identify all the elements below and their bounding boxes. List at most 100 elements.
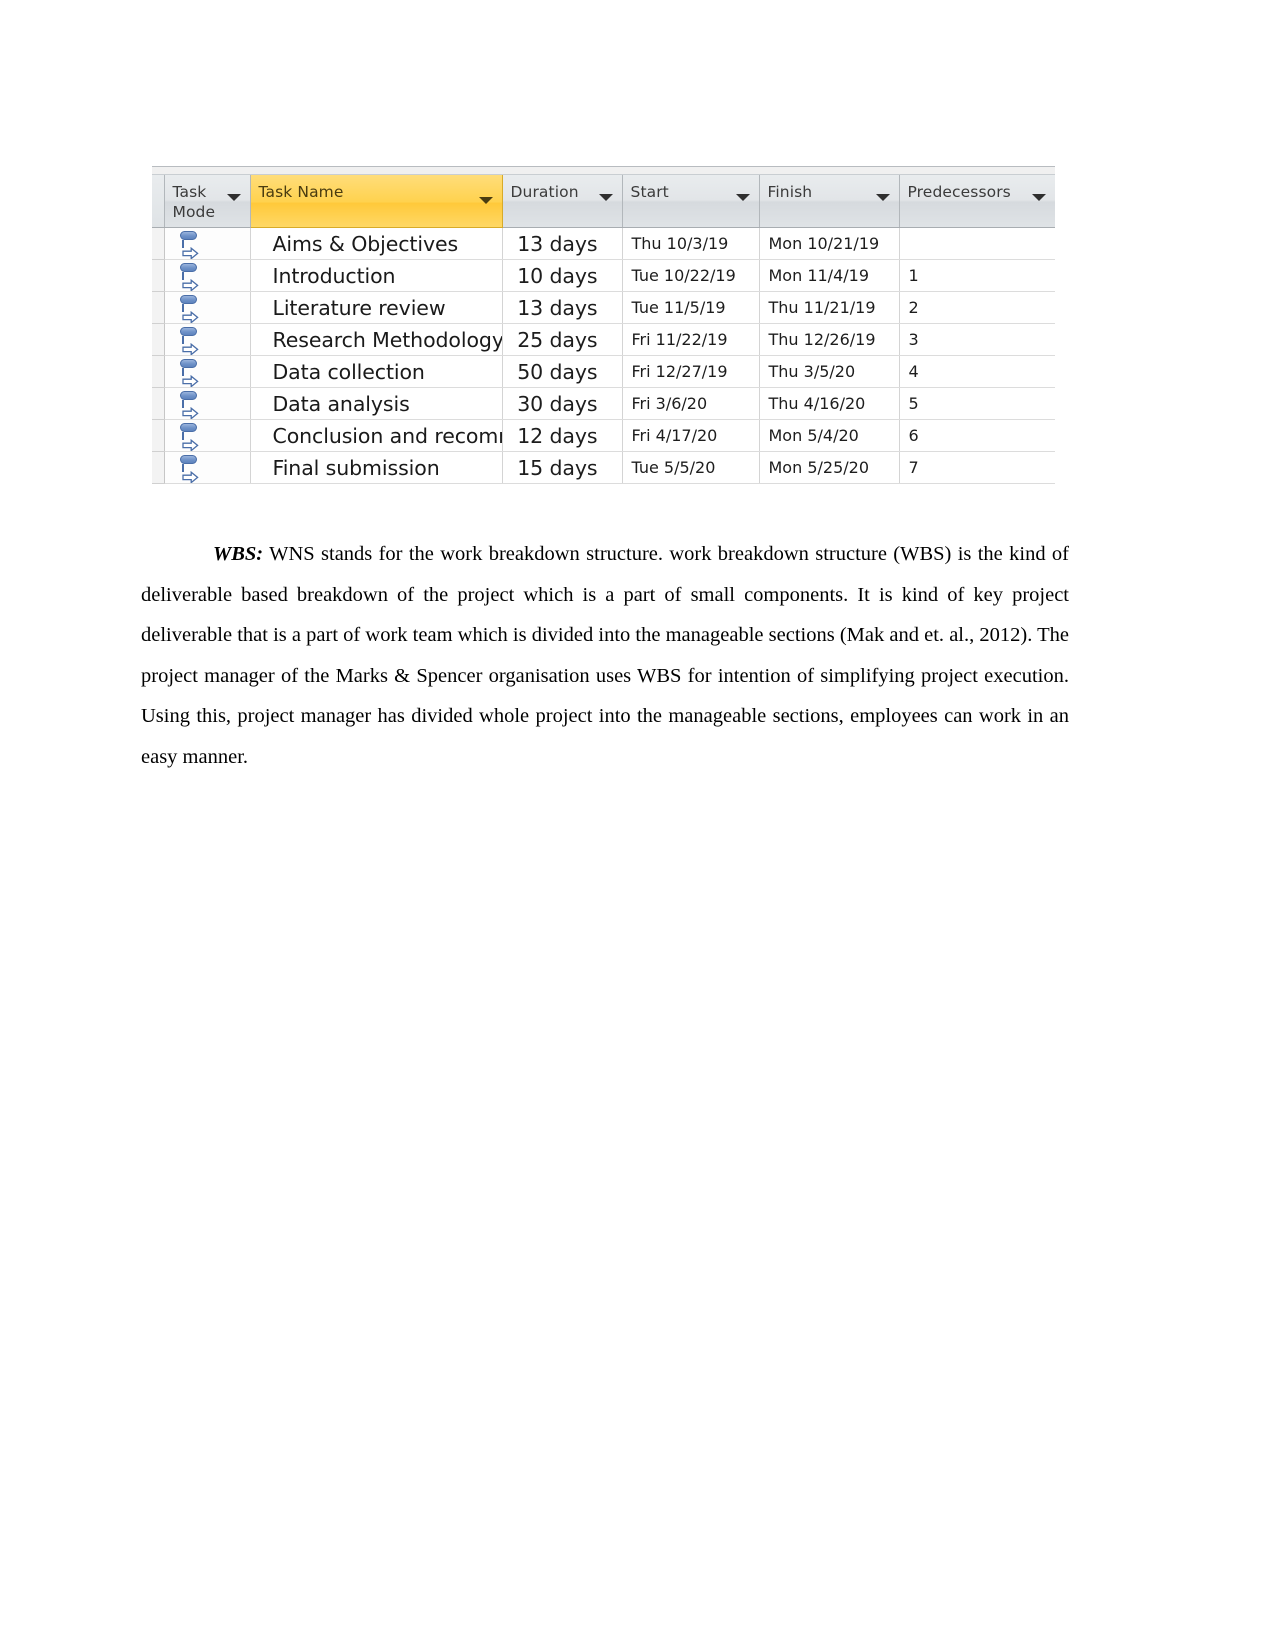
table-body: Aims & Objectives 13 days Thu 10/3/19 Mon 1… <box>152 227 1055 484</box>
duration-cell[interactable]: 30 days <box>502 387 623 420</box>
table-row[interactable]: Data analysis 30 days Fri 3/6/20 Thu 4/16/2… <box>152 387 1055 420</box>
start-date-cell[interactable]: Thu 10/3/19 <box>622 227 760 260</box>
predecessors-cell[interactable]: 4 <box>899 355 1055 388</box>
grid-top-strip <box>152 166 1055 175</box>
filter-caret-icon-predecessors[interactable] <box>1032 194 1046 201</box>
auto-scheduled-icon-arrow <box>181 339 199 355</box>
duration-cell[interactable]: 50 days <box>502 355 623 388</box>
auto-scheduled-icon-arrow <box>181 435 199 451</box>
auto-scheduled-icon <box>179 327 201 355</box>
select-all-header[interactable] <box>152 175 165 228</box>
auto-scheduled-icon-bar <box>179 295 197 304</box>
column-header-task-mode[interactable]: Task Mode <box>164 175 251 228</box>
auto-scheduled-icon <box>179 263 201 291</box>
table-row[interactable]: Research Methodology 25 days Fri 11/22/19 T… <box>152 323 1055 356</box>
table-row[interactable]: Final submission 15 days Tue 5/5/20 Mon 5/2… <box>152 451 1055 484</box>
duration-cell[interactable]: 12 days <box>502 419 623 452</box>
row-selector-cell[interactable] <box>152 387 165 420</box>
table-row[interactable]: Data collection 50 days Fri 12/27/19 Thu 3/… <box>152 355 1055 388</box>
start-date-cell[interactable]: Tue 5/5/20 <box>622 451 760 484</box>
task-mode-cell[interactable] <box>164 323 251 356</box>
finish-date-cell[interactable]: Thu 11/21/19 <box>759 291 900 324</box>
start-date-cell[interactable]: Fri 12/27/19 <box>622 355 760 388</box>
filter-caret-icon-finish[interactable] <box>875 194 890 201</box>
task-name-cell[interactable]: Final submission <box>250 451 503 484</box>
column-header-duration[interactable]: Duration <box>502 175 623 228</box>
row-selector-cell[interactable] <box>152 291 165 324</box>
task-name-cell[interactable]: Conclusion and recommendation <box>250 419 503 452</box>
table-row[interactable]: Literature review 13 days Tue 11/5/19 Thu 1… <box>152 291 1055 324</box>
row-selector-cell[interactable] <box>152 227 165 260</box>
start-date-cell[interactable]: Fri 4/17/20 <box>622 419 760 452</box>
auto-scheduled-icon-bar <box>179 359 197 368</box>
task-mode-cell[interactable] <box>164 355 251 388</box>
duration-cell[interactable]: 25 days <box>502 323 623 356</box>
predecessors-cell[interactable]: 5 <box>899 387 1055 420</box>
row-selector-cell[interactable] <box>152 355 165 388</box>
predecessors-cell[interactable]: 1 <box>899 259 1055 292</box>
table-row[interactable]: Conclusion and recommendation12 daysFri … <box>152 419 1055 452</box>
predecessors-cell[interactable]: 2 <box>899 291 1055 324</box>
finish-date-cell[interactable]: Thu 12/26/19 <box>759 323 900 356</box>
wbs-paragraph: WBS: WNS stands for the work breakdown s… <box>141 534 1069 778</box>
task-mode-cell[interactable] <box>164 419 251 452</box>
column-header-task-name[interactable]: Task Name <box>250 175 503 228</box>
task-mode-cell[interactable] <box>164 387 251 420</box>
auto-scheduled-icon <box>179 391 201 419</box>
header-row: Task Mode Task Name Duration Start Finis <box>152 175 1055 228</box>
row-selector-cell[interactable] <box>152 323 165 356</box>
start-date-cell[interactable]: Tue 10/22/19 <box>622 259 760 292</box>
column-header-predecessors[interactable]: Predecessors <box>899 175 1055 228</box>
table-row[interactable]: Aims & Objectives 13 days Thu 10/3/19 Mon 1… <box>152 227 1055 260</box>
duration-cell[interactable]: 13 days <box>502 227 623 260</box>
task-name-cell[interactable]: Aims & Objectives <box>250 227 503 260</box>
document-body: WBS: WNS stands for the work breakdown s… <box>141 534 1069 778</box>
filter-caret-icon-task-name[interactable] <box>478 197 493 204</box>
finish-date-cell[interactable]: Thu 4/16/20 <box>759 387 900 420</box>
table-row[interactable]: Introduction 10 days Tue 10/22/19 Mon 11/4/… <box>152 259 1055 292</box>
auto-scheduled-icon-bar <box>179 423 197 432</box>
finish-date-cell[interactable]: Mon 5/25/20 <box>759 451 900 484</box>
duration-cell[interactable]: 15 days <box>502 451 623 484</box>
finish-date-cell[interactable]: Mon 5/4/20 <box>759 419 900 452</box>
auto-scheduled-icon-arrow <box>181 403 199 419</box>
row-selector-cell[interactable] <box>152 451 165 484</box>
predecessors-cell[interactable]: 6 <box>899 419 1055 452</box>
row-selector-cell[interactable] <box>152 259 165 292</box>
predecessors-cell[interactable]: 3 <box>899 323 1055 356</box>
task-mode-cell[interactable] <box>164 259 251 292</box>
task-name-cell[interactable]: Data collection <box>250 355 503 388</box>
start-date-cell[interactable]: Fri 11/22/19 <box>622 323 760 356</box>
finish-date-cell[interactable]: Mon 11/4/19 <box>759 259 900 292</box>
task-table: Task Mode Task Name Duration Start Finis <box>152 175 1055 484</box>
table-header: Task Mode Task Name Duration Start Finis <box>152 175 1055 228</box>
column-header-start[interactable]: Start <box>622 175 760 228</box>
task-name-cell[interactable]: Literature review <box>250 291 503 324</box>
auto-scheduled-icon-bar <box>179 263 197 272</box>
auto-scheduled-icon-bar <box>179 231 197 240</box>
finish-date-cell[interactable]: Mon 10/21/19 <box>759 227 900 260</box>
duration-cell[interactable]: 13 days <box>502 291 623 324</box>
filter-caret-icon-duration[interactable] <box>598 194 613 201</box>
predecessors-cell[interactable]: 7 <box>899 451 1055 484</box>
task-mode-cell[interactable] <box>164 451 251 484</box>
auto-scheduled-icon <box>179 423 201 451</box>
auto-scheduled-icon-arrow <box>181 371 199 387</box>
start-date-cell[interactable]: Fri 3/6/20 <box>622 387 760 420</box>
column-header-finish[interactable]: Finish <box>759 175 900 228</box>
project-task-grid: Task Mode Task Name Duration Start Finis <box>152 166 1055 484</box>
start-date-cell[interactable]: Tue 11/5/19 <box>622 291 760 324</box>
predecessors-cell[interactable] <box>899 227 1055 260</box>
task-name-cell[interactable]: Introduction <box>250 259 503 292</box>
finish-date-cell[interactable]: Thu 3/5/20 <box>759 355 900 388</box>
task-mode-cell[interactable] <box>164 227 251 260</box>
filter-caret-icon-start[interactable] <box>735 194 750 201</box>
filter-caret-icon-task-mode[interactable] <box>226 194 241 201</box>
task-name-cell[interactable]: Research Methodology <box>250 323 503 356</box>
duration-cell[interactable]: 10 days <box>502 259 623 292</box>
wbs-paragraph-text: WNS stands for the work breakdown struct… <box>141 543 1069 768</box>
task-name-cell[interactable]: Data analysis <box>250 387 503 420</box>
row-selector-cell[interactable] <box>152 419 165 452</box>
task-mode-cell[interactable] <box>164 291 251 324</box>
auto-scheduled-icon-bar <box>179 455 197 464</box>
